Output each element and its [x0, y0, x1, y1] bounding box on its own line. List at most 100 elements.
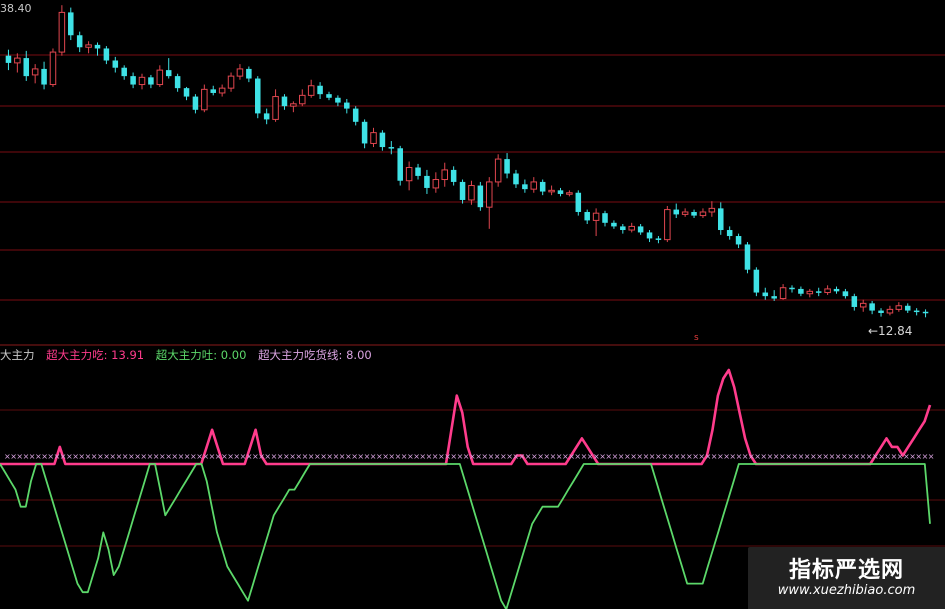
watermark-url: www.xuezhibiao.com	[777, 583, 916, 598]
candle-body	[726, 230, 733, 237]
candle-body	[23, 58, 30, 77]
candle-body	[878, 310, 884, 313]
candle-body	[566, 192, 573, 195]
stock-chart: × × × × × × × × × × × × × × × × × × × × × × × × × × × × × × × × × × × × × × × ×…	[0, 5, 945, 609]
candle-body	[272, 96, 279, 120]
candle-body	[557, 190, 564, 194]
top-price-label: 38.40	[0, 2, 32, 15]
candle-body	[41, 68, 47, 85]
candle-body	[201, 88, 208, 111]
candle-body	[432, 179, 440, 189]
candle-body	[655, 238, 662, 240]
candle-body	[691, 211, 697, 216]
candle-body	[708, 207, 716, 213]
candle-body	[31, 68, 39, 76]
candle-body	[504, 159, 510, 174]
legend-threshold: 超大主力吃货线: 8.00	[258, 348, 372, 362]
candle-body	[424, 175, 430, 188]
candle-body	[744, 244, 751, 270]
candle-body	[49, 51, 57, 86]
candle-body	[513, 173, 519, 185]
candle-body	[717, 208, 724, 231]
candle-body	[130, 76, 136, 85]
candle-body	[539, 181, 546, 192]
candle-body	[620, 226, 626, 231]
candle-body	[112, 60, 119, 68]
candle-body	[611, 222, 617, 227]
candle-body	[459, 181, 466, 200]
candle-body	[156, 69, 164, 86]
candle-body	[681, 211, 689, 215]
candle-body	[14, 57, 21, 64]
candle-body	[121, 67, 127, 77]
candle-body	[441, 169, 449, 181]
candle-body	[58, 11, 66, 53]
series-line-eat	[0, 368, 932, 466]
candle-body	[138, 76, 146, 86]
candle-body	[699, 211, 707, 217]
candle-body	[842, 291, 849, 297]
candle-body	[379, 132, 386, 148]
candle-body	[361, 121, 368, 144]
candle-body	[165, 70, 172, 77]
candle-body	[246, 68, 252, 79]
candle-body	[771, 296, 777, 299]
candle-body	[174, 76, 181, 89]
candle-body	[254, 78, 261, 114]
candle-body	[326, 94, 332, 98]
candle-body	[789, 287, 795, 290]
candle-body	[833, 288, 840, 292]
candle-body	[859, 302, 867, 308]
candle-body	[530, 181, 538, 190]
candle-body	[299, 94, 306, 105]
legend-eat: 超大主力吃: 13.91	[46, 348, 145, 362]
candle-body	[183, 88, 190, 97]
candle-body	[148, 77, 154, 85]
candle-body	[290, 103, 297, 107]
candle-body	[85, 44, 92, 48]
candle-body	[815, 291, 822, 293]
candle-body	[779, 287, 787, 300]
candle-body	[192, 96, 199, 110]
candle-body	[895, 305, 903, 310]
candle-body	[317, 85, 323, 95]
candle-body	[227, 75, 235, 89]
candle-body	[76, 35, 83, 48]
candle-body	[415, 167, 421, 176]
candle-body	[673, 209, 680, 215]
candle-body	[904, 305, 911, 311]
candle-body	[477, 185, 484, 208]
candle-body	[584, 211, 590, 221]
threshold-mark: ×	[928, 452, 935, 461]
candle-body	[210, 89, 217, 93]
candle-body	[664, 209, 671, 241]
candle-body	[236, 68, 244, 77]
candle-body	[798, 288, 804, 294]
candle-body	[851, 296, 858, 307]
legend-spit: 超大主力吐: 0.00	[155, 348, 247, 362]
candle-body	[370, 132, 377, 144]
candle-body	[913, 310, 920, 313]
candle-body	[5, 55, 12, 63]
sell-flag: s	[694, 333, 699, 343]
indicator-name: 大主力	[0, 348, 35, 362]
candle-body	[522, 184, 528, 190]
candle-body	[397, 148, 403, 181]
candle-body	[218, 87, 226, 94]
candle-body	[753, 269, 760, 293]
candle-body	[335, 97, 341, 103]
watermark-title: 指标严选网	[788, 558, 904, 583]
candle-body	[922, 311, 929, 314]
candle-body	[646, 232, 653, 239]
candle-body	[602, 213, 608, 223]
low-price-marker: ←12.84	[868, 324, 913, 338]
candle-body	[762, 292, 769, 297]
candle-body	[637, 226, 644, 233]
candle-body	[824, 288, 831, 294]
candle-body	[735, 236, 742, 245]
candle-body	[344, 102, 350, 109]
candle-body	[548, 189, 555, 193]
candle-body	[405, 167, 413, 182]
candle-body	[103, 48, 110, 61]
candle-body	[352, 108, 359, 122]
